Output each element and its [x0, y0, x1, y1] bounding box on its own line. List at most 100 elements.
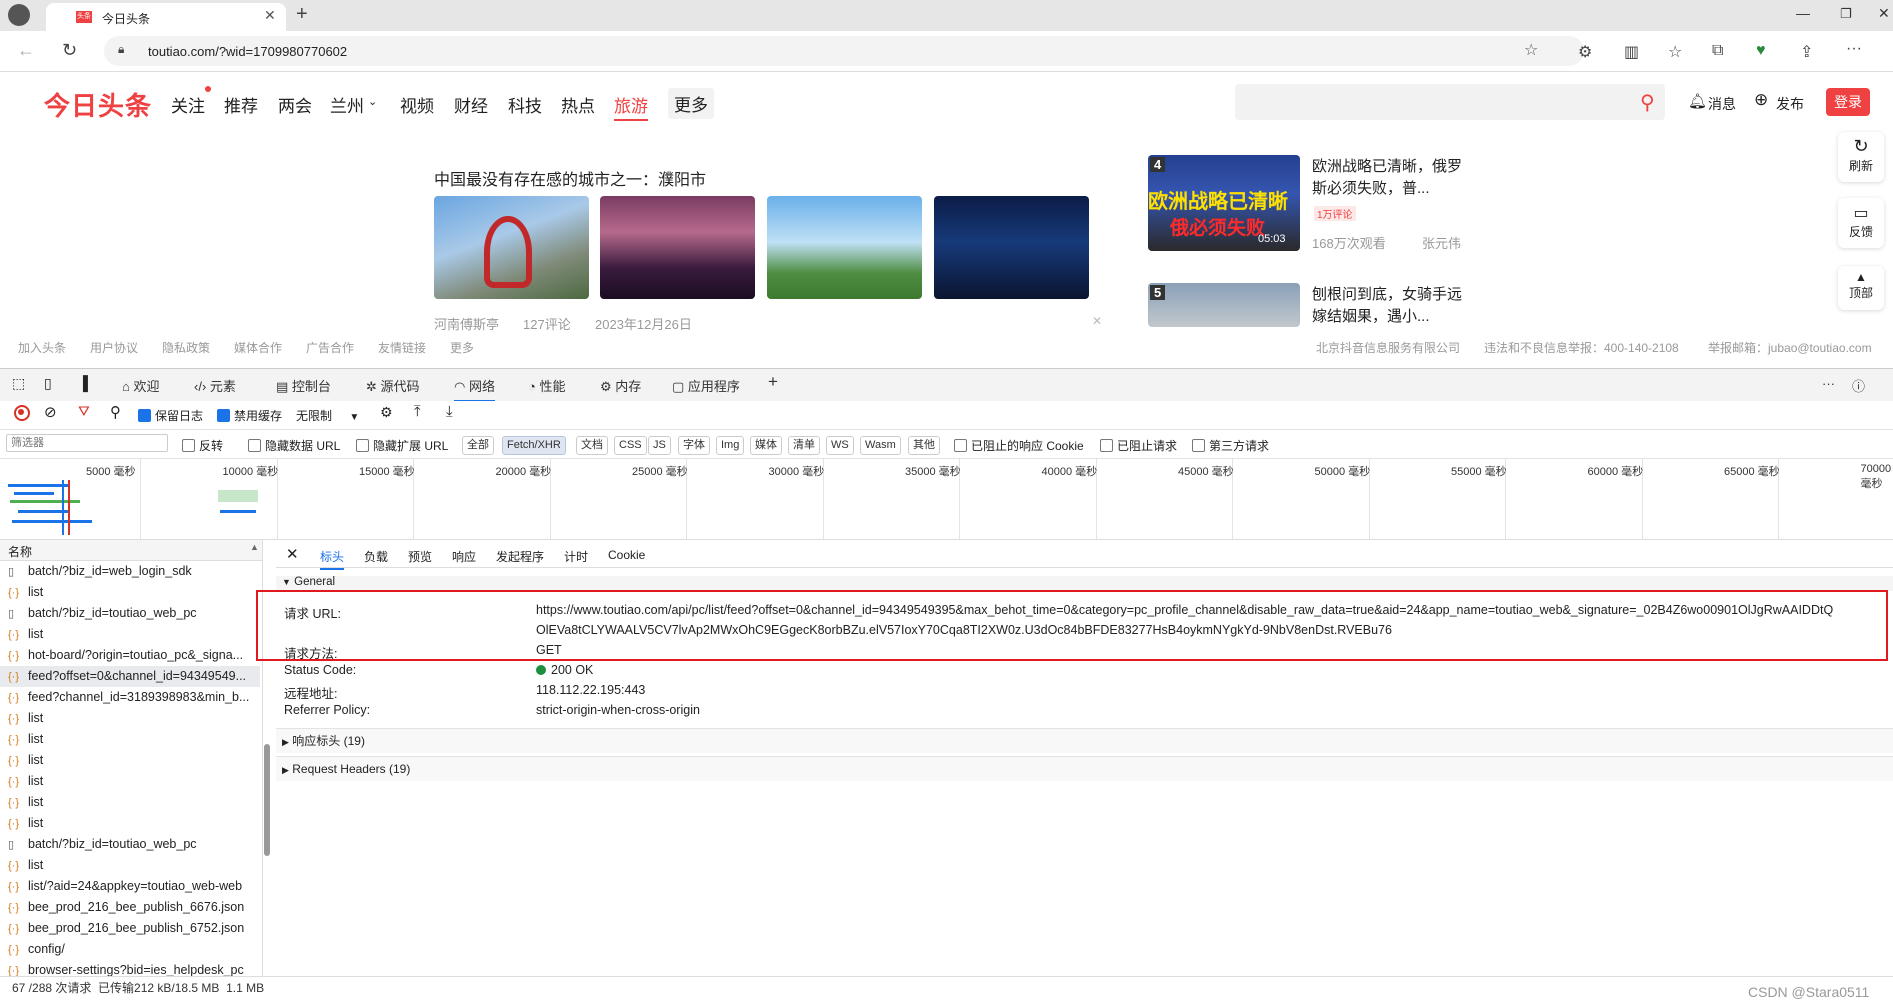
nav-item-tech[interactable]: 科技 [508, 92, 542, 117]
request-row[interactable]: {·}list [0, 855, 260, 876]
throttle-select[interactable]: 无限制 ▼ [296, 407, 359, 424]
request-list-scrollbar[interactable] [264, 744, 270, 856]
type-filter-doc[interactable]: 文档 [576, 436, 608, 455]
hot-thumbnail-2[interactable]: 5 [1148, 283, 1300, 327]
detail-tab-payload[interactable]: 负载 [364, 548, 388, 565]
devtools-tab-welcome[interactable]: ⌂ 欢迎 [122, 376, 159, 395]
remote-address-value[interactable]: 118.112.22.195:443 [536, 683, 645, 697]
back-icon[interactable]: ← [17, 40, 35, 61]
devtools-tab-memory[interactable]: ⚙ 内存 [600, 376, 641, 395]
extensions-icon[interactable]: ⚙ [1578, 42, 1592, 62]
profile-avatar[interactable] [8, 4, 30, 26]
status-code-value[interactable]: 200 OK [551, 663, 593, 677]
devtools-more-icon[interactable]: ··· [1822, 376, 1835, 391]
request-list-header[interactable]: 名称 ▲ [0, 540, 262, 561]
detail-tab-timing[interactable]: 计时 [564, 548, 588, 565]
request-row[interactable]: {·}list [0, 792, 260, 813]
detail-tab-preview[interactable]: 预览 [408, 548, 432, 565]
browser-tab-toutiao[interactable]: 头条 今日头条 ✕ [46, 3, 286, 31]
type-filter-wasm[interactable]: Wasm [860, 436, 901, 455]
devtools-tab-elements[interactable]: ‹/› 元素 [194, 376, 236, 395]
dock-icon[interactable]: ▐ [78, 375, 88, 391]
hide-ext-url-checkbox[interactable]: 隐藏扩展 URL [356, 437, 448, 454]
nav-item-lianghui[interactable]: 两会 [278, 92, 312, 117]
site-logo[interactable]: 今日头条 [44, 86, 152, 123]
request-row[interactable]: {·}list [0, 624, 260, 645]
general-section-header[interactable]: ▼ General [276, 576, 1893, 591]
maximize-icon[interactable]: ❐ [1840, 6, 1852, 22]
browser-essentials-icon[interactable]: ♥ [1756, 42, 1766, 60]
nav-item-more[interactable]: 更多 [668, 88, 714, 119]
footer-link-more[interactable]: 更多 [450, 339, 474, 356]
footer-link-friends[interactable]: 友情链接 [378, 339, 426, 356]
request-headers-section[interactable]: ▶ Request Headers (19) [276, 756, 1893, 781]
request-row[interactable]: {·}bee_prod_216_bee_publish_6676.json [0, 897, 260, 918]
blocked-cookie-checkbox[interactable]: 已阻止的响应 Cookie [954, 437, 1084, 454]
nav-item-recommend[interactable]: 推荐 [224, 92, 258, 117]
url-box[interactable]: 🔒︎ toutiao.com/?wid=1709980770602 ☆ [104, 36, 1584, 66]
disable-cache-checkbox[interactable]: 禁用缓存 [217, 407, 282, 424]
type-filter-manifest[interactable]: 清单 [788, 436, 820, 455]
request-row[interactable]: {·}list [0, 582, 260, 603]
type-filter-css[interactable]: CSS [614, 436, 647, 455]
footer-link-media[interactable]: 媒体合作 [234, 339, 282, 356]
publish-link[interactable]: 发布 [1776, 94, 1804, 114]
article-image-3[interactable] [767, 196, 922, 299]
request-row[interactable]: {·}list [0, 813, 260, 834]
devtools-tab-network[interactable]: ◠ 网络 [454, 376, 495, 402]
request-row[interactable]: ▯batch/?biz_id=web_login_sdk [0, 561, 260, 582]
message-link[interactable]: 消息 [1708, 94, 1736, 114]
nav-item-video[interactable]: 视频 [400, 92, 434, 117]
request-row[interactable]: {·}list [0, 771, 260, 792]
footer-link-agreement[interactable]: 用户协议 [90, 339, 138, 356]
split-screen-icon[interactable]: ▥ [1624, 42, 1639, 62]
favorite-star-icon[interactable]: ☆ [1524, 40, 1538, 60]
share-icon[interactable]: ⇪ [1800, 42, 1813, 62]
article-image-1[interactable] [434, 196, 589, 299]
type-filter-img[interactable]: Img [716, 436, 744, 455]
detail-tab-initiator[interactable]: 发起程序 [496, 548, 544, 565]
type-filter-ws[interactable]: WS [826, 436, 854, 455]
request-row[interactable]: {·}list/?aid=24&appkey=toutiao_web-web [0, 876, 260, 897]
name-column-header[interactable]: 名称 [8, 543, 32, 560]
devtools-tab-console[interactable]: ▤ 控制台 [276, 376, 331, 395]
reload-icon[interactable]: ↻ [62, 40, 77, 61]
request-row[interactable]: ▯batch/?biz_id=toutiao_web_pc [0, 834, 260, 855]
import-har-icon[interactable]: ⤒ [414, 403, 421, 420]
type-filter-media[interactable]: 媒体 [750, 436, 782, 455]
login-button[interactable]: 登录 [1826, 88, 1870, 116]
request-row[interactable]: {·}list [0, 750, 260, 771]
request-row[interactable]: {·}bee_prod_216_bee_publish_6752.json [0, 918, 260, 939]
blocked-requests-checkbox[interactable]: 已阻止请求 [1100, 437, 1177, 454]
plus-circle-icon[interactable]: ⊕ [1754, 90, 1768, 110]
more-menu-icon[interactable]: ··· [1846, 40, 1862, 58]
nav-item-travel[interactable]: 旅游 [614, 92, 648, 121]
type-filter-js[interactable]: JS [648, 436, 671, 455]
collections-icon[interactable]: ⧉ [1712, 42, 1723, 60]
close-detail-icon[interactable]: ✕ [286, 545, 299, 563]
footer-report-email[interactable]: 举报邮箱：jubao@toutiao.com [1708, 339, 1872, 356]
hot-video-thumbnail[interactable]: 4 欧洲战略已清晰 俄必须失败 05:03 [1148, 155, 1300, 251]
network-conditions-icon[interactable]: ⚙ [380, 404, 393, 421]
preserve-log-checkbox[interactable]: 保留日志 [138, 407, 203, 424]
new-tab-icon[interactable]: + [296, 3, 308, 26]
footer-link-privacy[interactable]: 隐私政策 [162, 339, 210, 356]
request-row[interactable]: ▯batch/?biz_id=toutiao_web_pc [0, 603, 260, 624]
detail-tab-response[interactable]: 响应 [452, 548, 476, 565]
help-icon[interactable]: ⓘ [1852, 376, 1865, 395]
referrer-policy-value[interactable]: strict-origin-when-cross-origin [536, 703, 700, 717]
refresh-button[interactable]: ↻刷新 [1838, 132, 1884, 182]
request-row[interactable]: {·}list [0, 708, 260, 729]
request-row[interactable]: {·}hot-board/?origin=toutiao_pc&_signa..… [0, 645, 260, 666]
filter-input[interactable] [6, 434, 168, 452]
favorites-icon[interactable]: ☆ [1668, 42, 1682, 62]
devtools-tab-application[interactable]: ▢ 应用程序 [672, 376, 740, 395]
request-row[interactable]: {·}feed?offset=0&channel_id=94349549... [0, 666, 260, 687]
export-har-icon[interactable]: ⤓ [446, 403, 453, 420]
response-headers-section[interactable]: ▶ 响应标头 (19) [276, 728, 1893, 753]
search-input[interactable] [1235, 84, 1665, 120]
city-chevron-down-icon[interactable]: ⌄ [368, 95, 377, 108]
request-row[interactable]: {·}feed?channel_id=3189398983&min_b... [0, 687, 260, 708]
article-source[interactable]: 河南傅斯亭 [434, 314, 499, 333]
search-requests-icon[interactable]: ⚲ [110, 403, 121, 421]
